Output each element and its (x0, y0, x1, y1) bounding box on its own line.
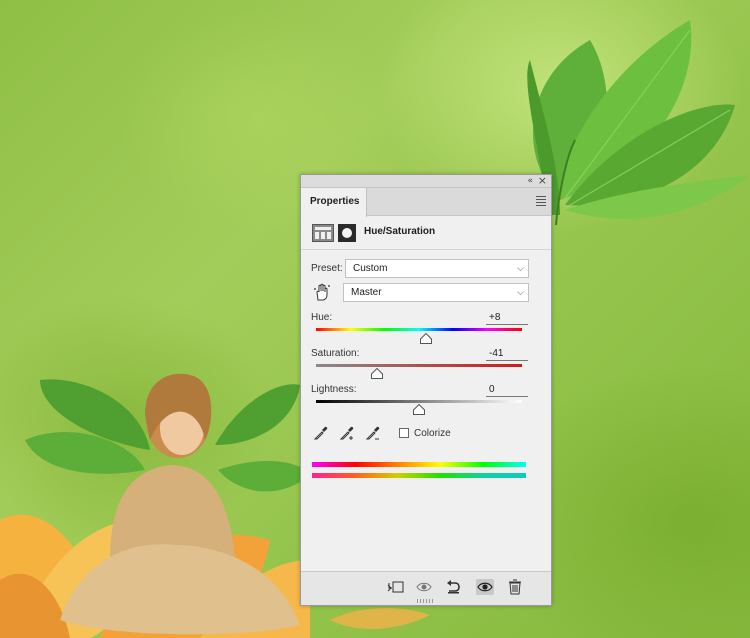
lightness-slider-thumb[interactable] (413, 404, 425, 415)
panel-resize-grip[interactable] (417, 599, 435, 603)
channel-select[interactable]: Master ⌵ (343, 283, 529, 302)
eyedropper-subtract-icon[interactable] (365, 425, 381, 441)
leaf-butterfly-graphic (527, 20, 750, 226)
lightness-label: Lightness: (311, 384, 357, 395)
hue-saturation-adjustment-icon[interactable] (312, 224, 334, 242)
eyedropper-add-icon[interactable] (339, 425, 355, 441)
reset-icon[interactable] (445, 579, 463, 595)
adjustment-title: Hue/Saturation (364, 226, 436, 237)
collapse-icon[interactable]: « (527, 175, 532, 188)
targeted-adjustment-hand-icon[interactable] (313, 283, 331, 301)
eyedropper-icon[interactable] (313, 425, 329, 441)
close-icon[interactable]: × (538, 175, 547, 188)
saturation-slider-track[interactable] (316, 364, 522, 367)
channel-value: Master (351, 287, 382, 298)
adjustment-header: Hue/Saturation (301, 216, 551, 250)
layer-mask-icon[interactable] (338, 224, 356, 242)
hue-label: Hue: (311, 312, 333, 323)
hue-slider-thumb[interactable] (420, 333, 433, 344)
panel-menu-icon[interactable] (536, 196, 546, 208)
tab-properties[interactable]: Properties (301, 188, 367, 217)
toggle-visibility-icon[interactable] (476, 579, 494, 595)
panel-footer-toolbar (301, 571, 551, 605)
lightness-value-field[interactable]: 0 (486, 383, 528, 397)
hue-value-field[interactable]: +8 (486, 311, 528, 325)
lightness-slider-track[interactable] (316, 400, 522, 403)
properties-panel: « × Properties Hue/Saturation Preset: Cu… (300, 174, 552, 606)
chevron-down-icon: ⌵ (517, 287, 524, 297)
view-previous-state-icon[interactable] (416, 579, 434, 595)
panel-tab-row: Properties (301, 188, 551, 217)
saturation-value-field[interactable]: -41 (486, 347, 528, 361)
hue-slider-track[interactable] (316, 328, 522, 331)
saturation-slider-thumb[interactable] (370, 368, 383, 379)
output-color-spectrum (312, 462, 526, 467)
chevron-down-icon: ⌵ (517, 263, 524, 273)
saturation-label: Saturation: (311, 348, 360, 359)
clip-to-layer-icon[interactable] (387, 579, 405, 595)
preset-select[interactable]: Custom ⌵ (345, 259, 529, 278)
panel-titlebar[interactable]: « × (301, 175, 551, 188)
input-color-spectrum (312, 473, 526, 478)
preset-label: Preset: (311, 263, 343, 274)
colorize-label: Colorize (414, 428, 451, 439)
colorize-checkbox[interactable] (399, 428, 409, 438)
trash-icon[interactable] (506, 579, 524, 595)
preset-value: Custom (353, 263, 388, 274)
